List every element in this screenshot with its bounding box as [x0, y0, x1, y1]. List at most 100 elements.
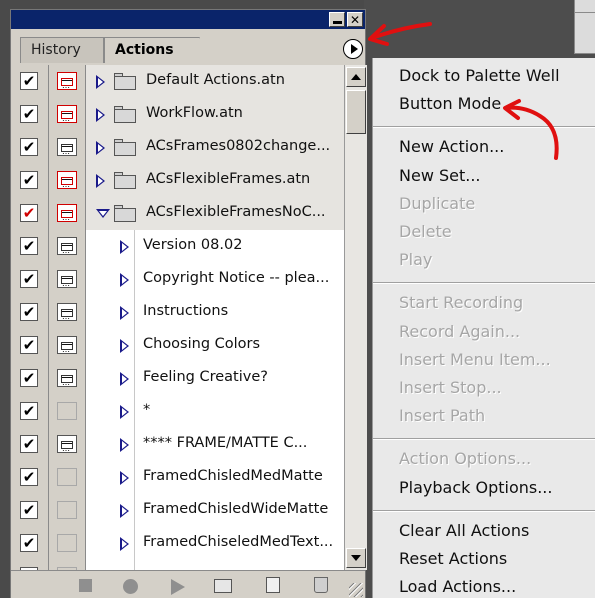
- scroll-up-button[interactable]: [346, 67, 366, 87]
- toggle-item-checkbox[interactable]: ✔: [20, 336, 38, 354]
- toggle-dialog-icon[interactable]: …: [57, 237, 77, 255]
- toggle-dialog-icon[interactable]: …: [57, 138, 77, 156]
- action-row[interactable]: ✔ … Copyright Notice -- plea...: [11, 263, 344, 296]
- row-body: Version 08.02: [86, 230, 344, 263]
- disclosure-collapsed-icon[interactable]: [120, 273, 129, 287]
- tab-history[interactable]: History: [20, 37, 104, 63]
- toggle-dialog-icon[interactable]: …: [57, 171, 77, 189]
- menu-item[interactable]: Reset Actions: [399, 549, 507, 569]
- disclosure-collapsed-icon[interactable]: [120, 471, 129, 485]
- toggle-item-checkbox[interactable]: ✔: [20, 369, 38, 387]
- new-set-folder-icon[interactable]: [214, 579, 232, 593]
- action-set-row[interactable]: ✔ … ACsFlexibleFrames.atn: [11, 164, 344, 197]
- row-body: **** FRAME/MATTE C...: [86, 428, 344, 461]
- toggle-item-checkbox[interactable]: ✔: [20, 435, 38, 453]
- disclosure-collapsed-icon[interactable]: [120, 339, 129, 353]
- toggle-item-column: ✔: [11, 428, 49, 461]
- toggle-item-checkbox[interactable]: ✔: [20, 138, 38, 156]
- toggle-dialog-icon[interactable]: [57, 534, 77, 552]
- action-row[interactable]: ✔ … Choosing Colors: [11, 329, 344, 362]
- toggle-item-checkbox[interactable]: ✔: [20, 237, 38, 255]
- action-set-row[interactable]: ✔ … ACsFlexibleFramesNoC...: [11, 197, 344, 230]
- palette-menu-button[interactable]: [343, 39, 363, 59]
- toggle-item-checkbox[interactable]: ✔: [20, 303, 38, 321]
- disclosure-expanded-icon[interactable]: [96, 209, 110, 218]
- disclosure-collapsed-icon[interactable]: [96, 75, 105, 89]
- scrollbar[interactable]: [344, 65, 367, 570]
- toggle-dialog-icon[interactable]: …: [57, 204, 77, 222]
- record-icon[interactable]: [123, 579, 138, 594]
- toggle-item-checkbox[interactable]: ✔: [20, 204, 38, 222]
- action-set-row[interactable]: ✔ … ACsFrames0802change...: [11, 131, 344, 164]
- new-action-icon[interactable]: [266, 577, 280, 593]
- action-set-label: ACsFrames0802change...: [146, 138, 331, 154]
- action-row[interactable]: ✔ … **** FRAME/MATTE C...: [11, 428, 344, 461]
- checkmark-icon: ✔: [22, 434, 36, 453]
- disclosure-collapsed-icon[interactable]: [120, 438, 129, 452]
- action-set-row[interactable]: ✔ … WorkFlow.atn: [11, 98, 344, 131]
- toggle-dialog-icon[interactable]: …: [57, 336, 77, 354]
- scroll-thumb[interactable]: [346, 90, 366, 134]
- menu-item[interactable]: Dock to Palette Well: [399, 66, 560, 86]
- menu-item[interactable]: Playback Options...: [399, 478, 552, 498]
- action-set-label: WorkFlow.atn: [146, 105, 243, 121]
- toggle-dialog-icon[interactable]: [57, 402, 77, 420]
- menu-item[interactable]: Clear All Actions: [399, 521, 529, 541]
- disclosure-collapsed-icon[interactable]: [120, 405, 129, 419]
- action-row[interactable]: ✔ *: [11, 395, 344, 428]
- disclosure-collapsed-icon[interactable]: [96, 108, 105, 122]
- toggle-item-checkbox[interactable]: ✔: [20, 468, 38, 486]
- disclosure-collapsed-icon[interactable]: [120, 372, 129, 386]
- action-row[interactable]: ✔ FramedChiseledMedText...: [11, 527, 344, 560]
- toggle-item-checkbox[interactable]: ✔: [20, 105, 38, 123]
- toggle-item-checkbox[interactable]: ✔: [20, 534, 38, 552]
- action-label: Instructions: [143, 303, 229, 319]
- action-row[interactable]: ✔ FramedChisledMedMatte: [11, 461, 344, 494]
- menu-item[interactable]: Button Mode: [399, 94, 501, 114]
- scroll-down-button[interactable]: [346, 548, 366, 568]
- toggle-item-column: ✔: [11, 98, 49, 131]
- action-row[interactable]: ✔ … Version 08.02: [11, 230, 344, 263]
- toggle-dialog-icon[interactable]: [57, 501, 77, 519]
- toggle-item-checkbox[interactable]: ✔: [20, 501, 38, 519]
- action-set-row[interactable]: ✔ … Default Actions.atn: [11, 65, 344, 98]
- disclosure-collapsed-icon[interactable]: [120, 306, 129, 320]
- disclosure-collapsed-icon[interactable]: [120, 504, 129, 518]
- palette-bottom-toolbar: [11, 570, 365, 598]
- toggle-dialog-icon[interactable]: …: [57, 435, 77, 453]
- dialog-dots-icon: …: [62, 114, 71, 123]
- menu-item[interactable]: New Action...: [399, 137, 504, 157]
- action-row[interactable]: ✔ … Feeling Creative?: [11, 362, 344, 395]
- close-button[interactable]: ✕: [347, 12, 363, 27]
- trash-icon[interactable]: [314, 577, 328, 593]
- menu-item[interactable]: New Set...: [399, 166, 481, 186]
- disclosure-collapsed-icon[interactable]: [120, 537, 129, 551]
- menu-item[interactable]: Load Actions...: [399, 577, 516, 597]
- action-row[interactable]: ✔ … Instructions: [11, 296, 344, 329]
- toggle-dialog-icon[interactable]: …: [57, 105, 77, 123]
- actions-list[interactable]: ✔ … Default Actions.atn ✔ … WorkFlow.atn ✔ … ACs…: [11, 65, 344, 570]
- action-row[interactable]: ✔: [11, 560, 344, 570]
- play-icon[interactable]: [171, 579, 185, 595]
- toggle-item-checkbox[interactable]: ✔: [20, 270, 38, 288]
- toggle-dialog-icon[interactable]: …: [57, 72, 77, 90]
- toggle-dialog-icon[interactable]: …: [57, 369, 77, 387]
- toggle-dialog-icon[interactable]: [57, 468, 77, 486]
- minimize-button[interactable]: [329, 12, 345, 27]
- toggle-item-checkbox[interactable]: ✔: [20, 402, 38, 420]
- resize-grip[interactable]: [349, 583, 363, 597]
- palette-title-bar[interactable]: ✕: [11, 10, 365, 29]
- stop-icon[interactable]: [79, 579, 92, 592]
- toggle-item-checkbox[interactable]: ✔: [20, 171, 38, 189]
- disclosure-collapsed-icon[interactable]: [96, 174, 105, 188]
- menu-item: Insert Path: [399, 406, 486, 426]
- toggle-dialog-icon[interactable]: …: [57, 270, 77, 288]
- row-body: *: [86, 395, 344, 428]
- tab-actions[interactable]: Actions: [104, 37, 213, 63]
- toggle-item-checkbox[interactable]: ✔: [20, 72, 38, 90]
- dialog-dots-icon: …: [62, 444, 71, 453]
- action-row[interactable]: ✔ FramedChisledWideMatte: [11, 494, 344, 527]
- toggle-dialog-icon[interactable]: …: [57, 303, 77, 321]
- disclosure-collapsed-icon[interactable]: [96, 141, 105, 155]
- disclosure-collapsed-icon[interactable]: [120, 240, 129, 254]
